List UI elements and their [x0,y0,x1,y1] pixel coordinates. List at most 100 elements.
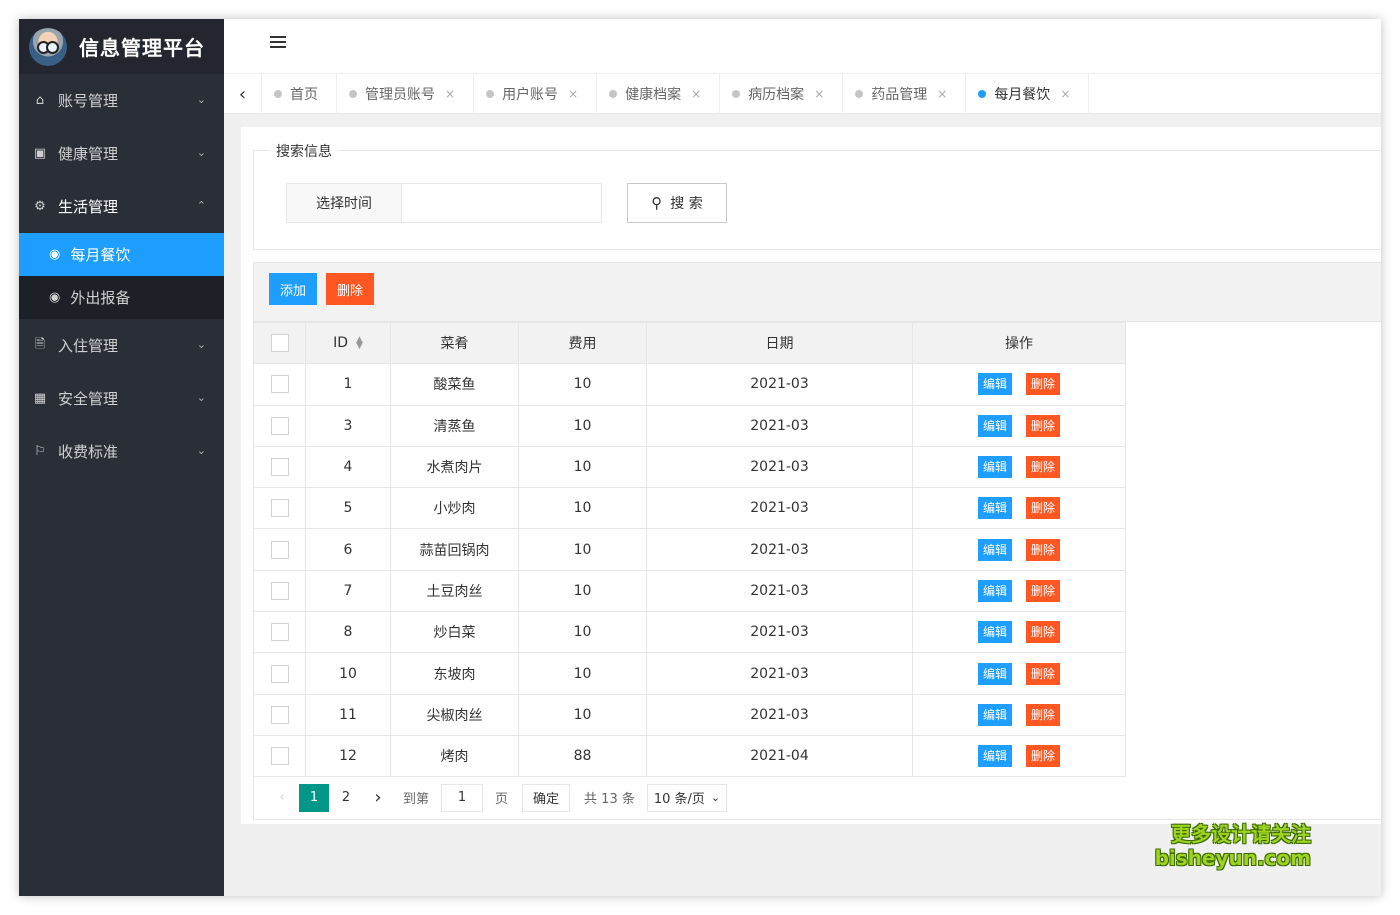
search-button[interactable]: ⚲ 搜 索 [627,183,727,223]
close-icon[interactable]: × [814,87,824,101]
delete-button[interactable]: 删除 [1026,703,1061,726]
row-checkbox[interactable] [270,458,289,477]
cell-fee: 10 [518,652,647,695]
row-select-cell [253,569,306,613]
edit-button[interactable]: 编辑 [977,703,1012,726]
search-date-label: 选择时间 [286,183,402,223]
sidebar-item-label: 安全管理 [58,390,119,408]
tab-label: 首页 [290,87,318,103]
cell-actions: 编辑 删除 [912,611,1126,654]
close-icon[interactable]: × [937,87,947,101]
sidebar: 信息管理平台 ⌂ 账号管理 ⌄ ▣ 健康管理 ⌄ ⚙ 生活管理 ⌃ ◉ 每月餐饮 [19,19,224,896]
tab-admin-accounts[interactable]: 管理员账号 × [337,74,475,114]
sidebar-subitem-monthly-meals[interactable]: ◉ 每月餐饮 [19,233,224,276]
tab-medical-records[interactable]: 病历档案 × [720,74,844,114]
tab-dot-icon [855,90,864,98]
pagination: ‹ 1 2 › 到第 1 页 确定 共 13 条 10 条/页 ⌄ [253,776,1381,820]
column-header-fee: 费用 [518,321,647,365]
delete-button[interactable]: 删除 [1026,373,1061,396]
row-checkbox[interactable] [270,747,289,766]
delete-button[interactable]: 删除 [1026,579,1061,602]
page-size-select[interactable]: 10 条/页 ⌄ [646,783,728,812]
sidebar-item-life[interactable]: ⚙ 生活管理 ⌃ [19,180,224,233]
chevron-down-icon: ⌄ [196,93,206,106]
sort-icon[interactable]: ▲ ▼ [356,336,363,351]
data-table-wrap: ID ▲ ▼ 菜肴 费用 日期 操作 1 酸菜鱼 10 2021-03 编辑 删除 3 清蒸鱼 10… [253,321,1381,778]
sidebar-item-residence[interactable]: 🗎 入住管理 ⌄ [19,319,224,372]
page-2[interactable]: 2 [331,784,361,812]
next-page-icon[interactable]: › [363,784,393,812]
sidebar-item-account[interactable]: ⌂ 账号管理 ⌄ [19,74,224,127]
goto-confirm-button[interactable]: 确定 [522,783,571,812]
delete-button[interactable]: 删除 [1026,662,1061,685]
tab-health-records[interactable]: 健康档案 × [597,74,721,114]
menu-toggle-icon[interactable] [270,36,286,50]
sidebar-item-fees[interactable]: ⚐ 收费标准 ⌄ [19,425,224,478]
tab-monthly-meals[interactable]: 每月餐饮 × [966,74,1090,114]
logo-avatar-icon [29,27,67,66]
sidebar-item-label: 入住管理 [58,337,119,355]
batch-delete-button[interactable]: 删除 [326,273,375,305]
cell-dish: 炒白菜 [390,611,519,654]
cell-dish: 小炒肉 [390,487,519,530]
row-checkbox[interactable] [270,623,289,642]
sidebar-item-health[interactable]: ▣ 健康管理 ⌄ [19,127,224,180]
tab-medicine[interactable]: 药品管理 × [843,74,967,114]
delete-button[interactable]: 删除 [1026,745,1061,768]
table-row: 5 小炒肉 10 2021-03 编辑 删除 [253,487,1126,530]
search-icon: ⚲ [651,194,663,212]
select-all-checkbox[interactable] [270,334,289,353]
delete-button[interactable]: 删除 [1026,456,1061,479]
table-row: 8 炒白菜 10 2021-03 编辑 删除 [253,611,1126,654]
goto-page-input[interactable]: 1 [441,783,484,812]
page-1[interactable]: 1 [299,783,329,812]
edit-button[interactable]: 编辑 [977,745,1012,768]
close-icon[interactable]: × [1060,87,1070,101]
edit-button[interactable]: 编辑 [977,456,1012,479]
cell-dish: 酸菜鱼 [390,363,519,406]
column-header-id[interactable]: ID ▲ ▼ [305,321,391,365]
tab-dot-icon [609,90,618,98]
edit-button[interactable]: 编辑 [977,579,1012,602]
data-table: ID ▲ ▼ 菜肴 费用 日期 操作 1 酸菜鱼 10 2021-03 编辑 删除 3 清蒸鱼 10… [253,321,1126,778]
edit-button[interactable]: 编辑 [977,538,1012,561]
sidebar-subitem-outing-report[interactable]: ◉ 外出报备 [19,276,224,319]
row-checkbox[interactable] [270,705,289,724]
row-checkbox[interactable] [270,540,289,559]
search-date-input[interactable] [401,183,602,223]
close-icon[interactable]: × [445,87,455,101]
column-header-actions: 操作 [912,321,1126,365]
row-checkbox[interactable] [270,581,289,600]
add-button[interactable]: 添加 [269,273,318,305]
sidebar-item-label: 生活管理 [58,198,119,216]
cell-date: 2021-03 [646,693,913,736]
cell-dish: 清蒸鱼 [390,404,519,447]
dashboard-icon: ◉ [49,247,61,262]
row-checkbox[interactable] [270,499,289,518]
delete-button[interactable]: 删除 [1026,414,1061,437]
chevron-left-icon[interactable]: ‹ [224,74,262,114]
edit-button[interactable]: 编辑 [977,497,1012,520]
delete-button[interactable]: 删除 [1026,497,1061,520]
tab-home[interactable]: 首页 [262,74,337,114]
cell-id: 7 [305,569,391,613]
row-checkbox[interactable] [270,664,289,683]
search-panel: 搜索信息 选择时间 ⚲ 搜 索 [253,141,1381,250]
cell-dish: 水煮肉片 [390,445,519,489]
tab-label: 病历档案 [748,87,805,103]
edit-button[interactable]: 编辑 [977,373,1012,396]
tab-label: 每月餐饮 [994,87,1051,103]
edit-button[interactable]: 编辑 [977,621,1012,644]
prev-page-icon[interactable]: ‹ [267,784,297,812]
close-icon[interactable]: × [691,87,701,101]
sidebar-item-security[interactable]: ▦ 安全管理 ⌄ [19,372,224,425]
close-icon[interactable]: × [568,87,578,101]
edit-button[interactable]: 编辑 [977,662,1012,685]
edit-button[interactable]: 编辑 [977,414,1012,437]
row-checkbox[interactable] [270,416,289,435]
cell-fee: 88 [518,734,647,778]
delete-button[interactable]: 删除 [1026,538,1061,561]
delete-button[interactable]: 删除 [1026,621,1061,644]
tab-user-accounts[interactable]: 用户账号 × [474,74,598,114]
row-checkbox[interactable] [270,375,289,394]
